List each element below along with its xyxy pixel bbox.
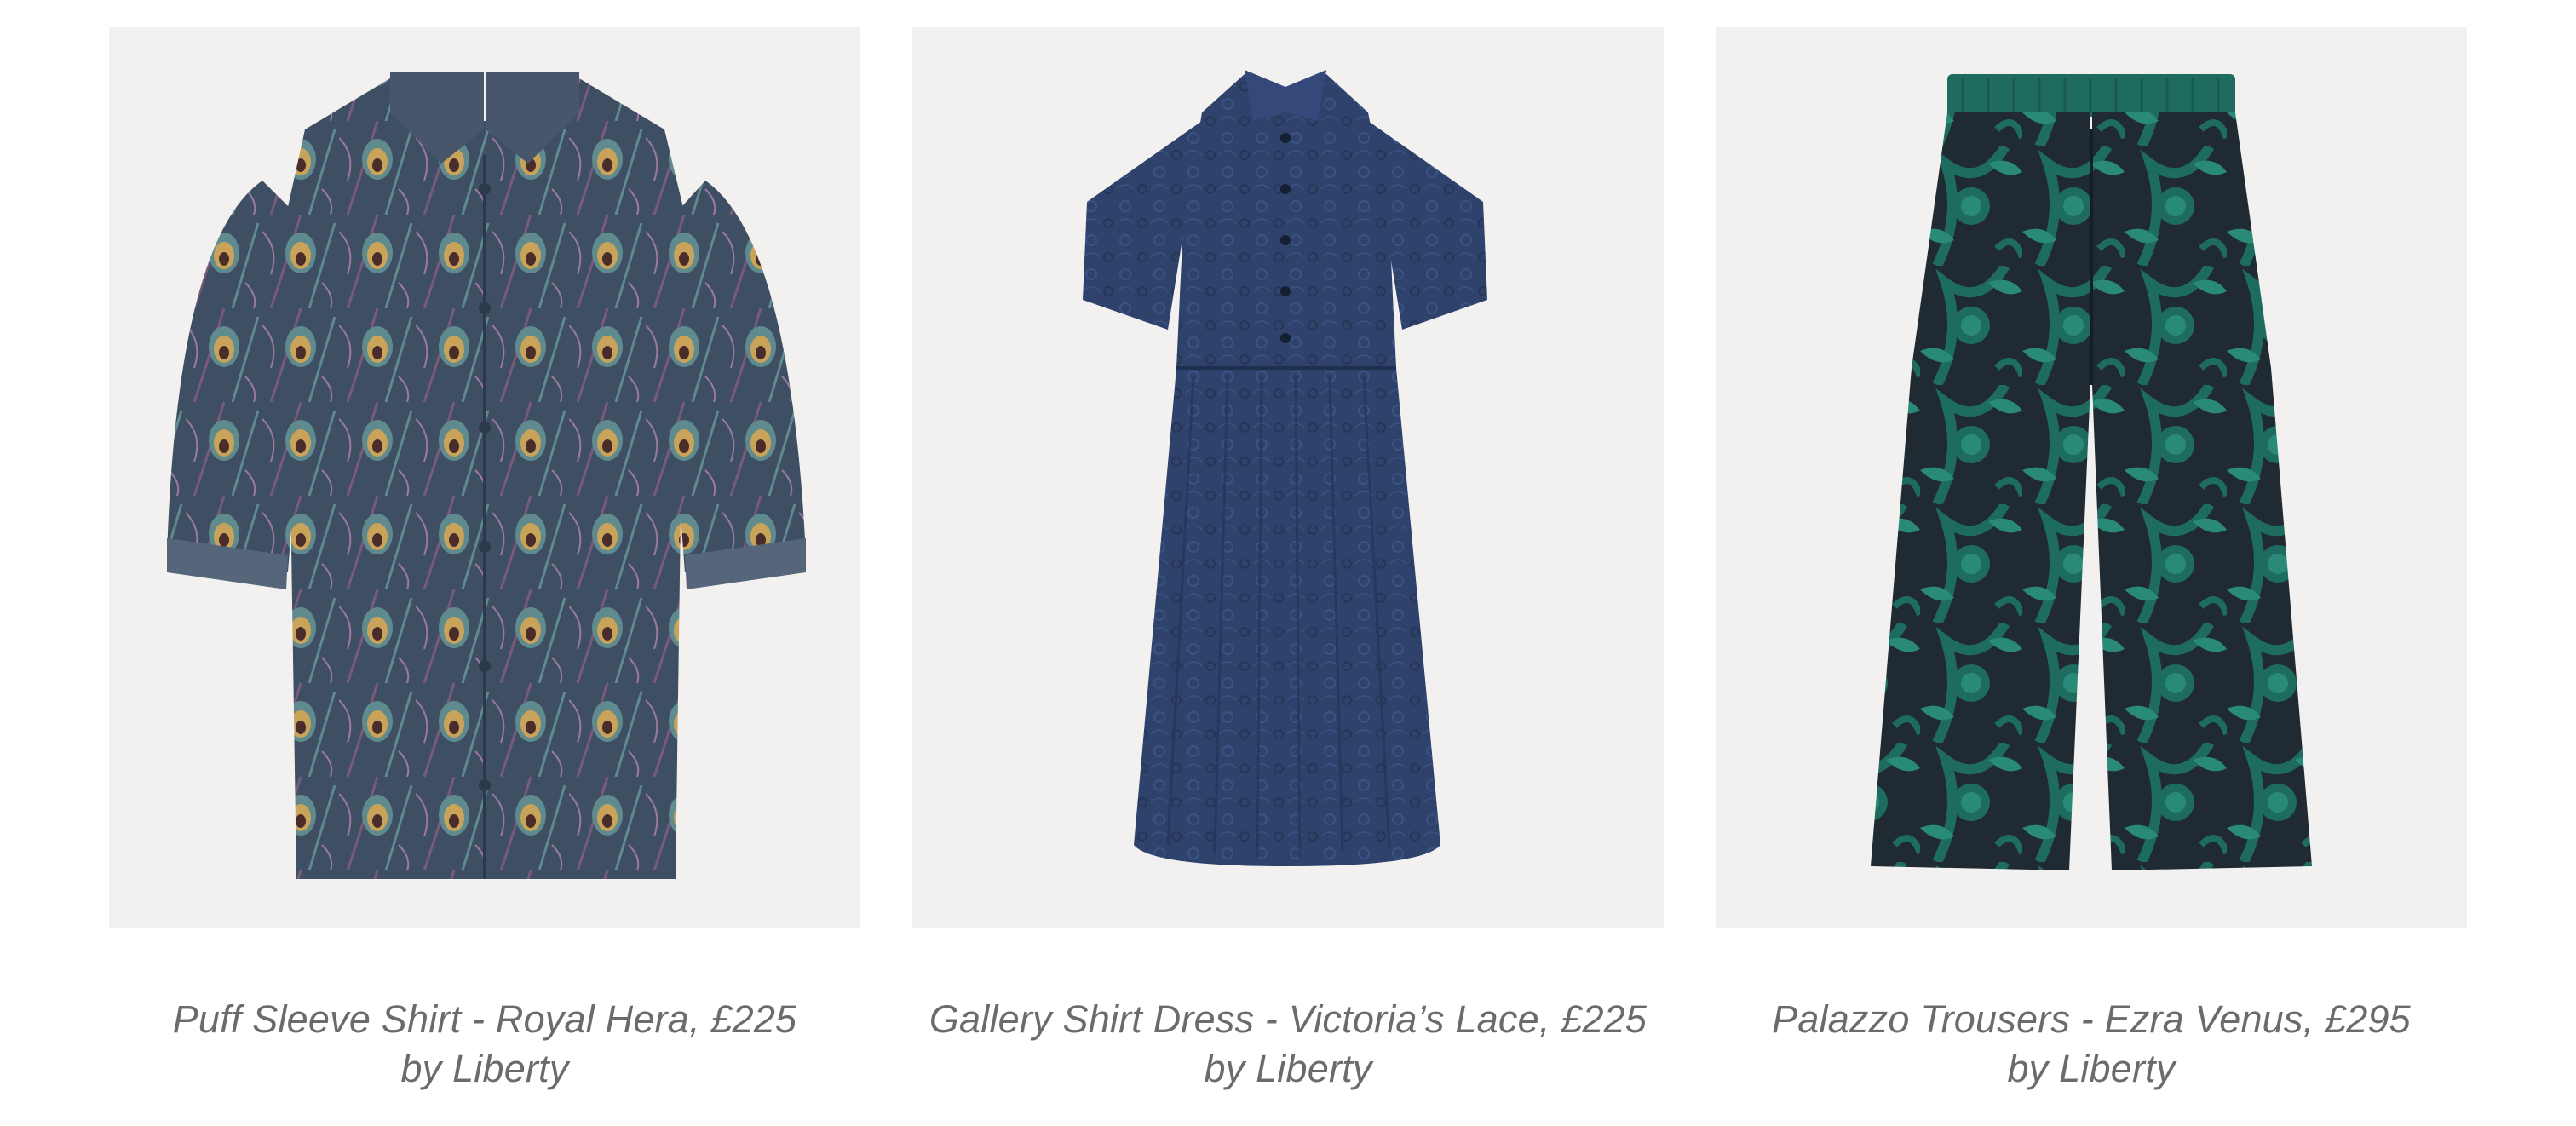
trousers-illustration [1871,74,2312,870]
product-grid: Puff Sleeve Shirt - Royal Hera, £225 by … [109,27,2467,1094]
product-title[interactable]: Puff Sleeve Shirt - Royal Hera, £225 [173,995,797,1044]
product-image[interactable] [912,27,1664,928]
product-card[interactable]: Gallery Shirt Dress - Victoria’s Lace, £… [912,27,1664,1094]
product-caption[interactable]: Puff Sleeve Shirt - Royal Hera, £225 by … [173,995,797,1094]
shirt-illustration [167,72,806,879]
product-image[interactable] [109,27,860,928]
product-brand: by Liberty [400,1047,569,1090]
product-caption[interactable]: Palazzo Trousers - Ezra Venus, £295 by L… [1772,995,2411,1094]
product-brand: by Liberty [2007,1047,2176,1090]
product-image[interactable] [1716,27,2467,928]
product-caption[interactable]: Gallery Shirt Dress - Victoria’s Lace, £… [929,995,1647,1094]
product-title[interactable]: Palazzo Trousers - Ezra Venus, £295 [1772,995,2411,1044]
product-brand: by Liberty [1204,1047,1372,1090]
product-card[interactable]: Puff Sleeve Shirt - Royal Hera, £225 by … [109,27,860,1094]
dress-illustration [1083,70,1487,866]
product-title[interactable]: Gallery Shirt Dress - Victoria’s Lace, £… [929,995,1647,1044]
product-card[interactable]: Palazzo Trousers - Ezra Venus, £295 by L… [1716,27,2467,1094]
